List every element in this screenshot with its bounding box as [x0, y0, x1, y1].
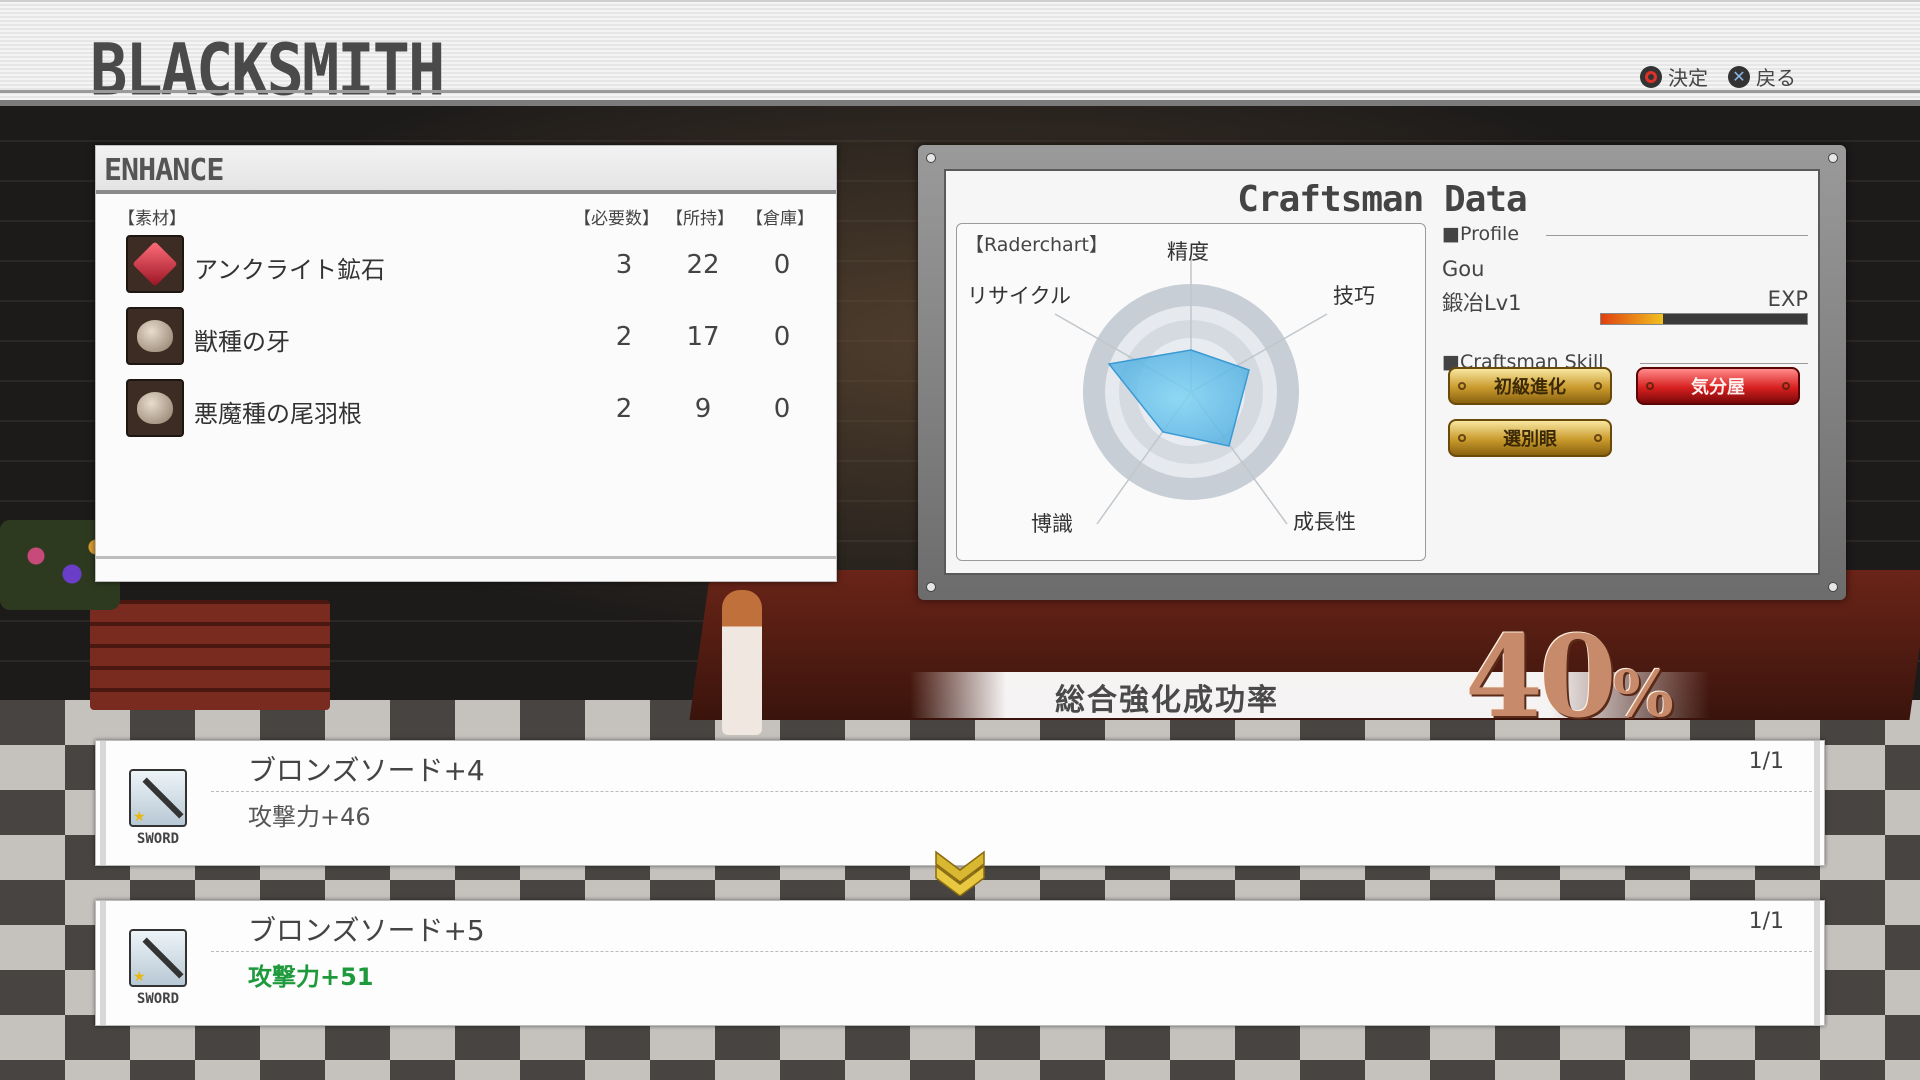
material-name: 悪魔種の尾羽根: [194, 400, 362, 428]
card-edge: [100, 741, 106, 865]
item-type-label: SWORD: [136, 991, 180, 1007]
radar-axis-label: 成長性: [1293, 510, 1356, 534]
result-item-card[interactable]: ★ SWORD ブロンズソード+5 1/1 攻撃力+51: [95, 900, 1825, 1026]
back-hint-label: 戻る: [1756, 66, 1796, 90]
skill-badge[interactable]: 選別眼: [1448, 419, 1612, 457]
skill-badge[interactable]: 気分屋: [1636, 367, 1800, 405]
sack-icon: [126, 379, 184, 437]
exp-bar-fill: [1601, 314, 1663, 324]
material-name: アンクライト鉱石: [194, 256, 386, 284]
cross-button-icon[interactable]: ✕: [1728, 65, 1750, 88]
material-owned: 22: [686, 250, 720, 280]
item-stat: 攻撃力+46: [248, 803, 371, 831]
confirm-hint-label: 決定: [1668, 66, 1708, 90]
rivet: [926, 582, 936, 592]
exp-label: EXP: [1767, 287, 1808, 311]
card-edge: [1814, 901, 1820, 1025]
level-row: 鍛冶Lv1 EXP: [1442, 287, 1808, 325]
col-required: 【必要数】: [574, 209, 659, 229]
screen-title: BLACKSMITH: [90, 28, 445, 112]
material-name: 獣種の牙: [194, 328, 290, 356]
radar-chart-box: 【Raderchart】 精度 技巧 成長性 博識 リサイクル: [956, 223, 1426, 561]
material-owned: 9: [694, 394, 712, 424]
item-divider: [211, 951, 1812, 952]
sack-icon: [126, 307, 184, 365]
profile-header-label: ■Profile: [1442, 223, 1520, 245]
skill-rule: [1640, 363, 1808, 364]
col-owned: 【所持】: [666, 209, 734, 229]
material-required: 2: [615, 394, 633, 424]
material-row[interactable]: アンクライト鉱石 3 22 0: [96, 230, 836, 302]
card-edge: [100, 901, 106, 1025]
profile-header: ■Profile: [1442, 223, 1808, 249]
radar-axis-label: 技巧: [1333, 284, 1375, 308]
material-storage: 0: [773, 322, 791, 352]
craftsman-inner-frame: Craftsman Data 【Raderchart】 精度 技巧 成長性 博識…: [944, 169, 1820, 575]
success-rate-value: 40%: [1465, 612, 1674, 743]
profile-rule: [1546, 235, 1808, 236]
exp-bar: [1600, 313, 1808, 325]
card-edge: [1814, 741, 1820, 865]
enhance-panel-title: ENHANCE: [96, 146, 836, 194]
skill-badge[interactable]: 初級進化: [1448, 367, 1612, 405]
item-name: ブロンズソード+4: [248, 754, 485, 787]
radar-axis-label: リサイクル: [967, 284, 1071, 308]
col-material: 【素材】: [118, 209, 186, 229]
craftsman-name: Gou: [1442, 257, 1485, 281]
craftsman-title: Craftsman Data: [1237, 179, 1527, 220]
material-owned: 17: [686, 322, 720, 352]
circle-button-icon[interactable]: [1640, 65, 1662, 88]
button-hints: 決定 ✕ 戻る: [1640, 62, 1810, 91]
item-type-label: SWORD: [136, 831, 180, 847]
enhance-panel: ENHANCE 【素材】 【必要数】 【所持】 【倉庫】 アンクライト鉱石 3 …: [95, 145, 837, 582]
material-storage: 0: [773, 394, 791, 424]
player-character: [722, 590, 762, 735]
sword-icon: ★: [129, 769, 187, 827]
sword-icon: ★: [129, 929, 187, 987]
material-required: 3: [615, 250, 633, 280]
radar-axis-label: 博識: [1031, 512, 1073, 536]
park-bench: [90, 600, 330, 710]
panel-footer-line: [96, 556, 836, 559]
rivet: [926, 153, 936, 163]
material-row[interactable]: 悪魔種の尾羽根 2 9 0: [96, 374, 836, 446]
success-rate-unit: %: [1612, 657, 1674, 732]
success-rate-number: 40: [1465, 612, 1617, 743]
material-required: 2: [615, 322, 633, 352]
craftsman-level: 鍛冶Lv1: [1442, 291, 1522, 315]
header-divider: [0, 90, 1920, 93]
header-bar: BLACKSMITH 決定 ✕ 戻る: [0, 0, 1920, 112]
crystal-icon: [126, 235, 184, 293]
skill-list: 初級進化 気分屋 選別眼: [1448, 367, 1808, 477]
item-quantity: 1/1: [1748, 749, 1784, 774]
material-storage: 0: [773, 250, 791, 280]
item-divider: [211, 791, 1812, 792]
material-column-headers: 【素材】 【必要数】 【所持】 【倉庫】: [96, 194, 836, 230]
rivet: [1828, 153, 1838, 163]
item-name: ブロンズソード+5: [248, 914, 485, 947]
success-rate-label: 総合強化成功率: [1055, 683, 1279, 718]
rivet: [1828, 582, 1838, 592]
col-storage: 【倉庫】: [746, 209, 814, 229]
chevron-down-icon: [935, 850, 985, 896]
profile-section: ■Profile Gou 鍛冶Lv1 EXP ■Craftsman Skill: [1442, 223, 1808, 377]
item-quantity: 1/1: [1748, 909, 1784, 934]
item-stat-upgraded: 攻撃力+51: [248, 963, 374, 991]
craftsman-data-panel: Craftsman Data 【Raderchart】 精度 技巧 成長性 博識…: [918, 145, 1846, 600]
material-row[interactable]: 獣種の牙 2 17 0: [96, 302, 836, 374]
radar-axis-label: 精度: [1167, 240, 1209, 264]
